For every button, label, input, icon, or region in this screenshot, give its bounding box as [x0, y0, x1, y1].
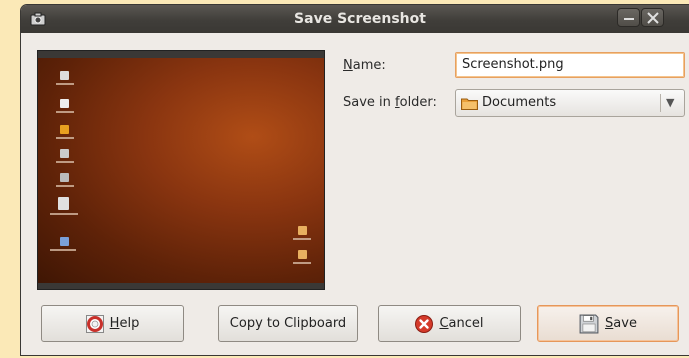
preview-wallpaper	[38, 58, 324, 283]
preview-desktop-icon	[60, 125, 69, 134]
preview-desktop-icon	[60, 237, 69, 246]
save-button[interactable]: Save	[537, 305, 679, 342]
copy-to-clipboard-button[interactable]: Copy to Clipboard	[218, 305, 358, 342]
title-bar[interactable]: Save Screenshot	[21, 5, 689, 33]
minimize-button[interactable]	[617, 8, 640, 27]
preview-desktop-label	[56, 185, 74, 187]
chevron-down-icon: ▼	[666, 96, 675, 109]
copy-button-label: Copy to Clipboard	[229, 316, 347, 331]
folder-label-prefix: Save in	[343, 95, 396, 110]
preview-desktop-label	[50, 213, 78, 215]
preview-desktop-icon	[60, 71, 69, 80]
cancel-button[interactable]: Cancel	[378, 305, 521, 342]
preview-desktop-label	[293, 262, 311, 264]
close-window-button[interactable]	[641, 8, 664, 27]
floppy-disk-icon	[579, 314, 599, 333]
close-icon	[647, 12, 659, 24]
name-label-text: ame:	[352, 58, 386, 73]
preview-desktop-icon	[60, 99, 69, 108]
select-divider	[660, 94, 661, 112]
preview-desktop-icon	[298, 226, 307, 235]
preview-desktop-label	[56, 137, 74, 139]
folder-label-text: older:	[399, 95, 437, 110]
preview-desktop-icon	[60, 173, 69, 182]
save-screenshot-dialog: Save Screenshot Name: Screenshot.png Sav…	[20, 4, 689, 356]
preview-desktop-label	[293, 238, 311, 240]
preview-bottom-panel	[38, 283, 324, 289]
help-button-label: Help	[109, 316, 140, 331]
folder-select[interactable]: Documents ▼	[455, 89, 685, 117]
help-button[interactable]: Help	[41, 305, 184, 342]
cancel-button-label: Cancel	[439, 316, 484, 331]
folder-icon	[461, 98, 478, 110]
help-lifebuoy-icon	[85, 314, 104, 333]
filename-input[interactable]: Screenshot.png	[455, 52, 685, 78]
preview-top-panel	[38, 51, 324, 58]
window-title: Save Screenshot	[294, 11, 426, 27]
cancel-icon	[415, 314, 434, 333]
folder-select-value: Documents	[482, 95, 557, 110]
folder-label: Save in folder:	[343, 95, 437, 110]
preview-desktop-icon	[58, 197, 69, 210]
preview-desktop-icon	[298, 250, 307, 259]
save-button-label: Save	[605, 316, 637, 331]
preview-desktop-icon	[60, 149, 69, 158]
preview-desktop-label	[56, 83, 74, 85]
screenshot-preview	[37, 50, 325, 290]
preview-desktop-label	[56, 161, 74, 163]
preview-desktop-label	[50, 249, 76, 251]
preview-desktop-label	[56, 111, 74, 113]
name-label-mnemonic: N	[343, 58, 353, 73]
name-label: Name:	[343, 58, 386, 73]
